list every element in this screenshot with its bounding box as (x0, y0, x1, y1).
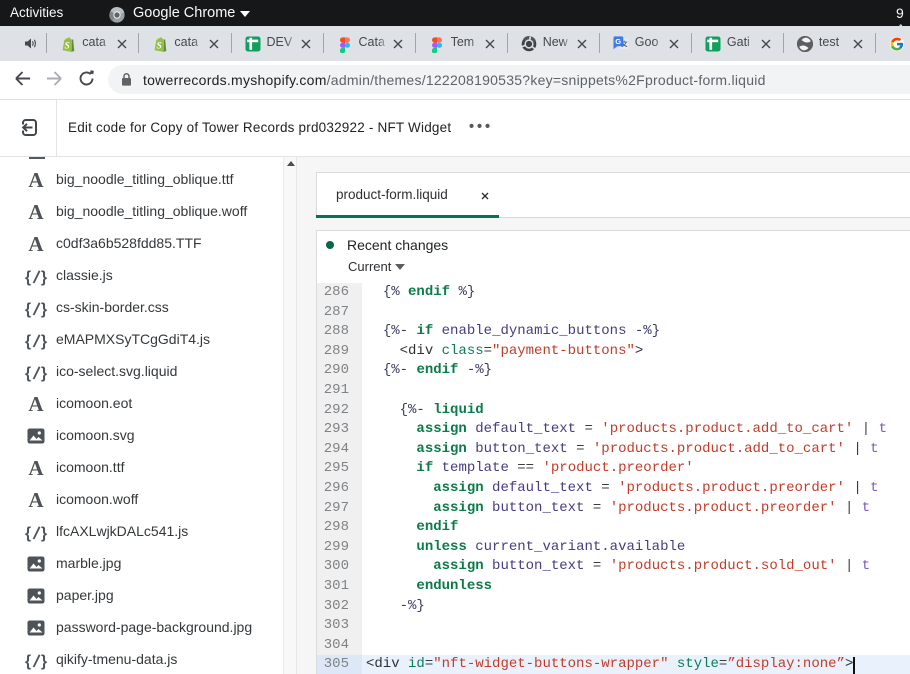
svg-text:}: } (41, 525, 47, 542)
svg-text:{: { (25, 333, 31, 350)
svg-text:}: } (41, 365, 47, 382)
svg-text:{: { (25, 365, 31, 382)
svg-text:S: S (64, 42, 69, 52)
svg-text:S: S (156, 42, 161, 52)
svg-text:{: { (25, 301, 31, 318)
svg-text:}: } (41, 269, 47, 286)
svg-text:{: { (25, 653, 31, 670)
svg-text:G: G (616, 37, 622, 46)
svg-text:{: { (25, 525, 31, 542)
svg-text:{: { (25, 269, 31, 286)
svg-text:}: } (41, 301, 47, 318)
svg-text:}: } (41, 333, 47, 350)
svg-text:}: } (41, 653, 47, 670)
